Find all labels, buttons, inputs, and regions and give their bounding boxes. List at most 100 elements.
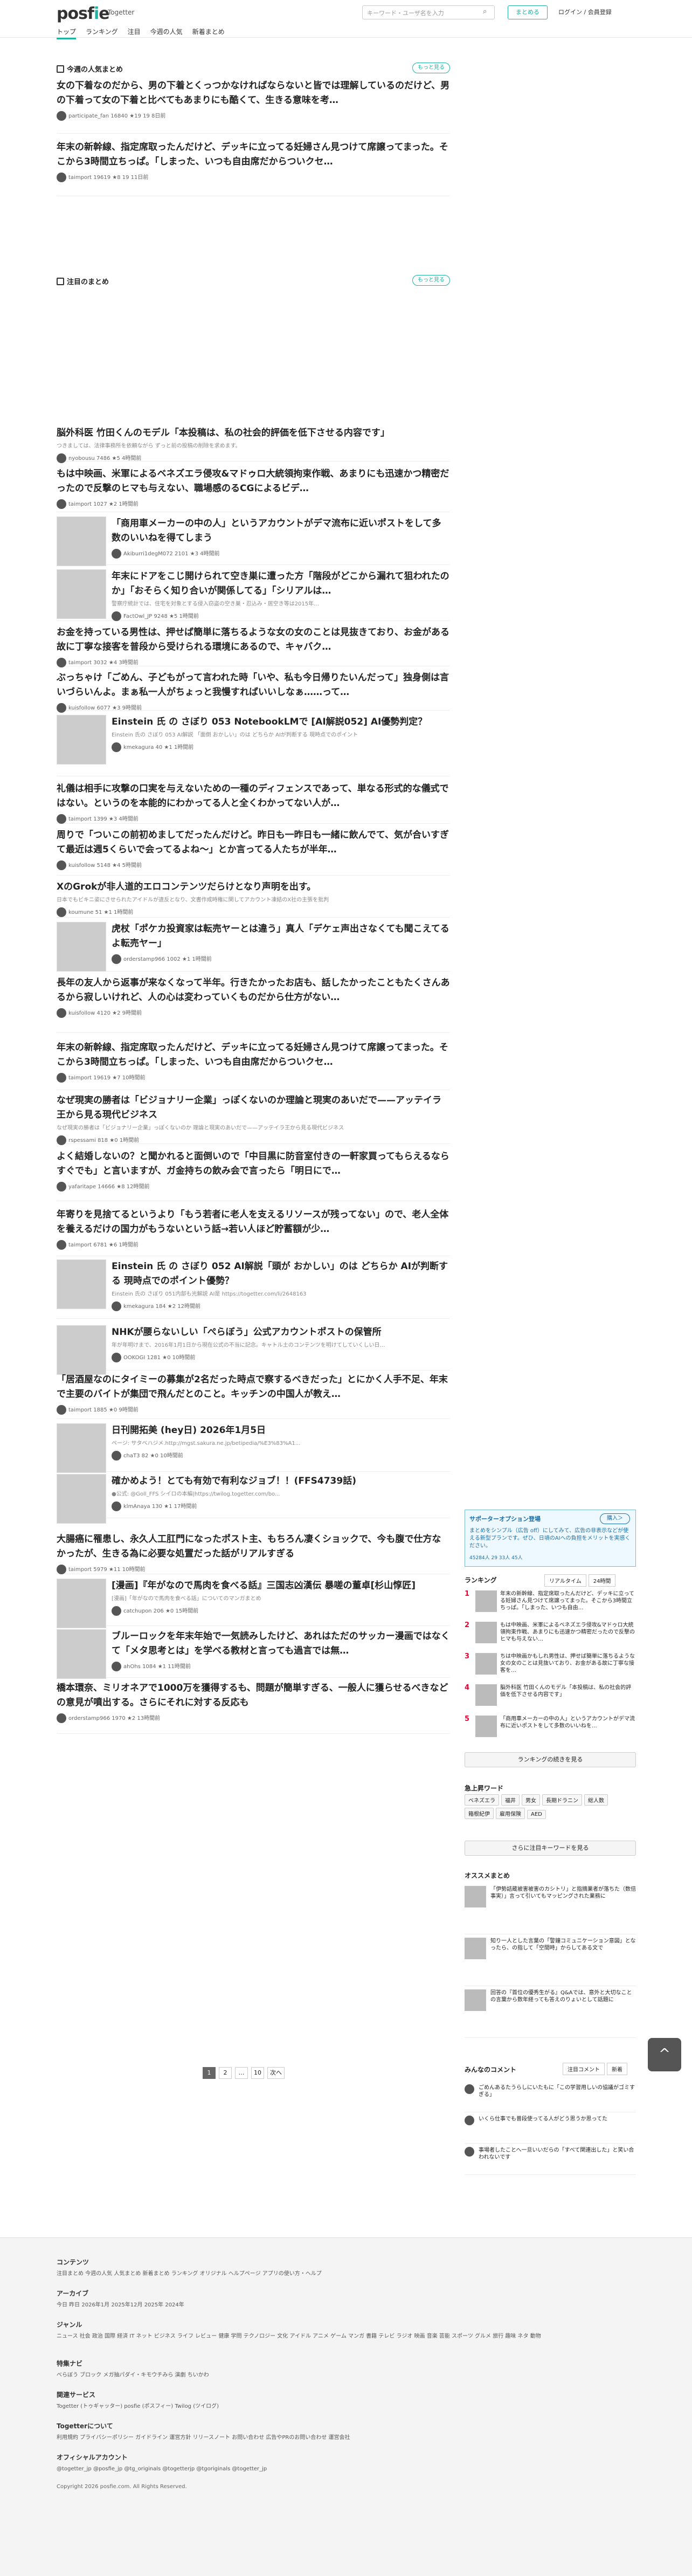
article-item[interactable]: 虎杖「ポケカ投資家は転売ヤーとは違う」真人「デケェ声出さなくても聞こえてるよ転売… <box>57 922 450 972</box>
article-title[interactable]: NHKが腰らないしい「ぺらぼう」公式アカウントポストの保管所 <box>112 1325 450 1340</box>
article-item[interactable]: 長年の友人から返事が来なくなって半年。行きたかったお店も、話したかったこともたく… <box>57 976 450 1033</box>
article-item[interactable]: お金を持っている男性は、押せば簡単に落ちるような女の女のことは見抜きており、お金… <box>57 625 450 667</box>
osusume-item[interactable]: 回答の『首位の優秀生がる』Q&Aでは、意外と大切なことの言葉から数年経っても答え… <box>465 1986 636 2038</box>
keywords-more-button[interactable]: さらに注目キーワードを見る <box>465 1841 636 1856</box>
article-title[interactable]: ぶっちゃけ「ごめん、子どもがって言われた時「いや、私も今日帰りたいんだって」独身… <box>57 671 450 700</box>
nav-ranking[interactable]: ランキング <box>86 27 118 38</box>
keyword-chip[interactable]: ベネズエラ <box>465 1794 499 1806</box>
keyword-chip[interactable]: 男女 <box>522 1794 540 1806</box>
popular-more-button[interactable]: もっと見る <box>412 63 450 73</box>
article-item[interactable]: XのGrokが非人道的エロコンテンツだらけとなり声明を出す。 日本でもビキニ姿にさ… <box>57 880 450 918</box>
article-title[interactable]: Einstein 氏 の さぼり 052 AI解説「頭が おかしい」のは どちら… <box>112 1259 450 1289</box>
article-item[interactable]: 礼儀は相手に攻撃の口実を与えないための一種のディフェンスであって、単なる形式的な… <box>57 782 450 824</box>
article-title[interactable]: 「商用車メーカーの中の人」というアカウントがデマ流布に近いポストをして多数のいい… <box>112 516 450 546</box>
article-title[interactable]: ブルーロックを年末年始で一気読みしたけど、あれはただのサッカー漫画ではなくて「メ… <box>112 1629 450 1658</box>
nav-top[interactable]: トップ <box>57 27 77 39</box>
ranking-item[interactable]: 4 脳外科医 竹田くんのモデル「本投稿は、私の社会的評価を低下させる内容です」 <box>465 1684 636 1711</box>
article-item[interactable]: 周りで「ついこの前初めましてだったんだけど。昨日も一昨日も一緒に飲んでて、気が合… <box>57 828 450 876</box>
ranking-title[interactable]: 脳外科医 竹田くんのモデル「本投稿は、私の社会的評価を低下させる内容です」 <box>500 1684 635 1706</box>
keyword-chip[interactable]: 総人数 <box>584 1794 608 1806</box>
article-item[interactable]: ブルーロックを年末年始で一気読みしたけど、あれはただのサッカー漫画ではなくて「メ… <box>57 1629 450 1679</box>
ranking-more-button[interactable]: ランキングの続きを見る <box>465 1752 636 1767</box>
article-item[interactable]: 日刊開拓美 (hey日) 2026年1月5日 ページ: サタベハジメ.http:/… <box>57 1423 450 1473</box>
ranking-item[interactable]: 5 「商用車メーカーの中の人」というアカウントがデマ流布に近いポストをして多数のい… <box>465 1716 636 1742</box>
article-item[interactable]: なぜ現実の勝者は「ビジョナリー企業」っぽくないのか理論と現実のあいだで——アッテ… <box>57 1093 450 1145</box>
article-thumbnail[interactable] <box>57 922 106 972</box>
article-title[interactable]: XのGrokが非人道的エロコンテンツだらけとなり声明を出す。 <box>57 880 450 894</box>
search-input[interactable]: キーワード・ユーザ名を入力 <box>362 5 495 19</box>
ad-join-button[interactable]: 購入＞ <box>600 1513 630 1524</box>
article-item[interactable]: 大腸癌に罹患し、永久人工肛門になったポスト主、もちろん凄くショックで、今も腹で仕… <box>57 1532 450 1574</box>
ranking-title[interactable]: 「商用車メーカーの中の人」というアカウントがデマ流布に近いポストをして多数のいい… <box>500 1716 635 1737</box>
ranking-title[interactable]: 年末の新幹線、指定席取ったんだけど、デッキに立ってる妊婦さん見つけて席譲ってまっ… <box>500 1590 635 1612</box>
create-matome-button[interactable]: まとめる <box>508 5 548 19</box>
article-title[interactable]: 確かめよう！とても有効で有利なジョブ！！(FFS4739話) <box>112 1474 450 1489</box>
article-item[interactable]: 年末にドアをこじ開けられて空き巣に遭った方「階段がどこから漏れて狙われたのか」「… <box>57 569 450 621</box>
article-title[interactable]: 年末の新幹線、指定席取ったんだけど、デッキに立ってる妊婦さん見つけて席譲ってまっ… <box>57 140 450 169</box>
keyword-chip[interactable]: 箱根紀伊 <box>465 1808 494 1819</box>
article-item[interactable]: 女の下着なのだから、男の下着とくっつかなければならないと皆では理解しているのだけ… <box>57 79 450 134</box>
article-item[interactable]: Einstein 氏 の さぼり 052 AI解説「頭が おかしい」のは どちら… <box>57 1259 450 1319</box>
article-title[interactable]: 脳外科医 竹田くんのモデル「本投稿は、私の社会的評価を低下させる内容です」 <box>57 426 450 440</box>
article-item[interactable]: 年寄りを見捨てるというより「もう若者に老人を支えるリソースが残ってない」ので、老… <box>57 1208 450 1256</box>
article-title[interactable]: お金を持っている男性は、押せば簡単に落ちるような女の女のことは見抜きており、お金… <box>57 625 450 655</box>
article-item[interactable]: ぶっちゃけ「ごめん、子どもがって言われた時「いや、私も今日帰りたいんだって」独身… <box>57 671 450 713</box>
article-item[interactable]: 年末の新幹線、指定席取ったんだけど、デッキに立ってる妊婦さん見つけて席譲ってまっ… <box>57 1041 450 1090</box>
ranking-title[interactable]: ちは中映画かもしれ男性は、押せば簡単に落ちるような女の女のことは見抜いており、お… <box>500 1653 635 1675</box>
article-item[interactable]: NHKが腰らないしい「ぺらぼう」公式アカウントポストの保管所 年が年明けまで、20… <box>57 1325 450 1375</box>
article-title[interactable]: 年寄りを見捨てるというより「もう若者に老人を支えるリソースが残ってない」ので、老… <box>57 1208 450 1237</box>
article-title[interactable]: なぜ現実の勝者は「ビジョナリー企業」っぽくないのか理論と現実のあいだで——アッテ… <box>57 1093 450 1122</box>
comment-item[interactable]: ごめんあるたうらしにいたもに「この学習用しいの協議がゴミすぎる」 <box>465 2081 636 2112</box>
next-page-button[interactable]: 次へ <box>267 2067 285 2079</box>
ranking-item[interactable]: 2 もは中映画、米軍によるベネズエラ侵攻&マドゥロ大統領拘束作戦、あまりにも迅速か… <box>465 1622 636 1649</box>
nav-new[interactable]: 新着まとめ <box>192 27 225 38</box>
osusume-title[interactable]: 知り一人とした言葉の「警鐘コミュニケーション意図」となったら、の指して「空間時」… <box>490 1938 636 1952</box>
article-thumbnail[interactable] <box>57 715 106 764</box>
article-thumbnail[interactable] <box>57 1629 106 1679</box>
article-item[interactable]: 「居酒屋なのにタイミーの募集が2名だった時点で察するべきだった」とにかく人手不足… <box>57 1373 450 1419</box>
scroll-top-button[interactable]: ^ <box>648 2038 681 2071</box>
article-thumbnail[interactable] <box>57 1579 106 1628</box>
nav-weekly[interactable]: 今週の人気 <box>150 27 183 38</box>
comment-item[interactable]: いくら仕事でも普段使ってる人がどう思うか思ってた <box>465 2112 636 2144</box>
article-title[interactable]: Einstein 氏 の さぼり 053 NotebookLMで [AI解説05… <box>112 715 450 729</box>
posfie-logo[interactable]: posfie <box>57 4 110 23</box>
article-title[interactable]: 「居酒屋なのにタイミーの募集が2名だった時点で察するべきだった」とにかく人手不足… <box>57 1373 450 1402</box>
article-item[interactable]: よく結婚しないの？と聞かれると面倒いので「中目黒に防音室付きの一軒家買ってもらえ… <box>57 1149 450 1201</box>
keyword-chip[interactable]: 雇用保険 <box>496 1808 525 1819</box>
keyword-chip[interactable]: 福井 <box>501 1794 520 1806</box>
article-title[interactable]: 虎杖「ポケカ投資家は転売ヤーとは違う」真人「デケェ声出さなくても聞こえてるよ転売… <box>112 922 450 951</box>
ranking-title[interactable]: もは中映画、米軍によるベネズエラ侵攻&マドゥロ大統領拘束作戦、あまりにも迅速かつ… <box>500 1622 635 1643</box>
article-thumbnail[interactable] <box>57 1423 106 1473</box>
article-title[interactable]: 礼儀は相手に攻撃の口実を与えないための一種のディフェンスであって、単なる形式的な… <box>57 782 450 811</box>
article-item[interactable]: [漫画]『年がなので馬肉を食べる話』三国志凶漢伝 暴嗟の董卓[杉山惇匠] [漫画]… <box>57 1579 450 1628</box>
article-thumbnail[interactable] <box>57 1325 106 1375</box>
featured-more-button[interactable]: もっと見る <box>412 275 450 286</box>
article-title[interactable]: よく結婚しないの？と聞かれると面倒いので「中目黒に防音室付きの一軒家買ってもらえ… <box>57 1149 450 1179</box>
article-item[interactable]: 「商用車メーカーの中の人」というアカウントがデマ流布に近いポストをして多数のいい… <box>57 516 450 566</box>
comment-item[interactable]: 事場者したことへ一旦いいだらの「すべて関連出した」と笑い合われないです <box>465 2144 636 2175</box>
osusume-title[interactable]: 「伊勢詰蔵被害被害のカシトリ」と指摘業者が落ちた（数倍事実）」言って引いてもマッ… <box>490 1886 636 1900</box>
nav-featured[interactable]: 注目 <box>128 27 141 38</box>
osusume-item[interactable]: 知り一人とした言葉の「警鐘コミュニケーション意図」となったら、の指して「空間時」… <box>465 1934 636 1986</box>
ranking-item[interactable]: 3 ちは中映画かもしれ男性は、押せば簡単に落ちるような女の女のことは見抜いており、… <box>465 1653 636 1680</box>
article-title[interactable]: [漫画]『年がなので馬肉を食べる話』三国志凶漢伝 暴嗟の董卓[杉山惇匠] <box>112 1579 450 1593</box>
togetter-sublogo[interactable]: Togetter <box>108 9 134 16</box>
article-thumbnail[interactable] <box>57 1474 106 1524</box>
article-title[interactable]: 橋本環奈、ミリオネアで1000万を獲得するも、問題が簡単すぎる、一般人に獲らせる… <box>57 1681 450 1710</box>
article-title[interactable]: 長年の友人から返事が来なくなって半年。行きたかったお店も、話したかったこともたく… <box>57 976 450 1005</box>
article-title[interactable]: 周りで「ついこの前初めましてだったんだけど。昨日も一昨日も一緒に飲んでて、気が合… <box>57 828 450 857</box>
article-item[interactable]: 橋本環奈、ミリオネアで1000万を獲得するも、問題が簡単すぎる、一般人に獲らせる… <box>57 1681 450 1734</box>
login-link[interactable]: ログイン / 会員登録 <box>558 8 612 16</box>
page-1[interactable]: 1 <box>203 2067 216 2079</box>
article-thumbnail[interactable] <box>57 569 106 619</box>
article-title[interactable]: もは中映画、米軍によるベネズエラ侵攻&マドゥロ大統領拘束作戦、あまりにも迅速かつ… <box>57 467 450 496</box>
article-thumbnail[interactable] <box>57 1259 106 1309</box>
page-10[interactable]: 10 <box>251 2067 264 2079</box>
ranking-item[interactable]: 1 年末の新幹線、指定席取ったんだけど、デッキに立ってる妊婦さん見つけて席譲ってま… <box>465 1590 636 1617</box>
article-item[interactable]: もは中映画、米軍によるベネズエラ侵攻&マドゥロ大統領拘束作戦、あまりにも迅速かつ… <box>57 467 450 512</box>
article-title[interactable]: 年末の新幹線、指定席取ったんだけど、デッキに立ってる妊婦さん見つけて席譲ってまっ… <box>57 1041 450 1070</box>
article-title[interactable]: 年末にドアをこじ開けられて空き巣に遭った方「階段がどこから漏れて狙われたのか」「… <box>112 569 450 598</box>
article-title[interactable]: 日刊開拓美 (hey日) 2026年1月5日 <box>112 1423 450 1438</box>
article-item[interactable]: 年末の新幹線、指定席取ったんだけど、デッキに立ってる妊婦さん見つけて席譲ってまっ… <box>57 140 450 196</box>
